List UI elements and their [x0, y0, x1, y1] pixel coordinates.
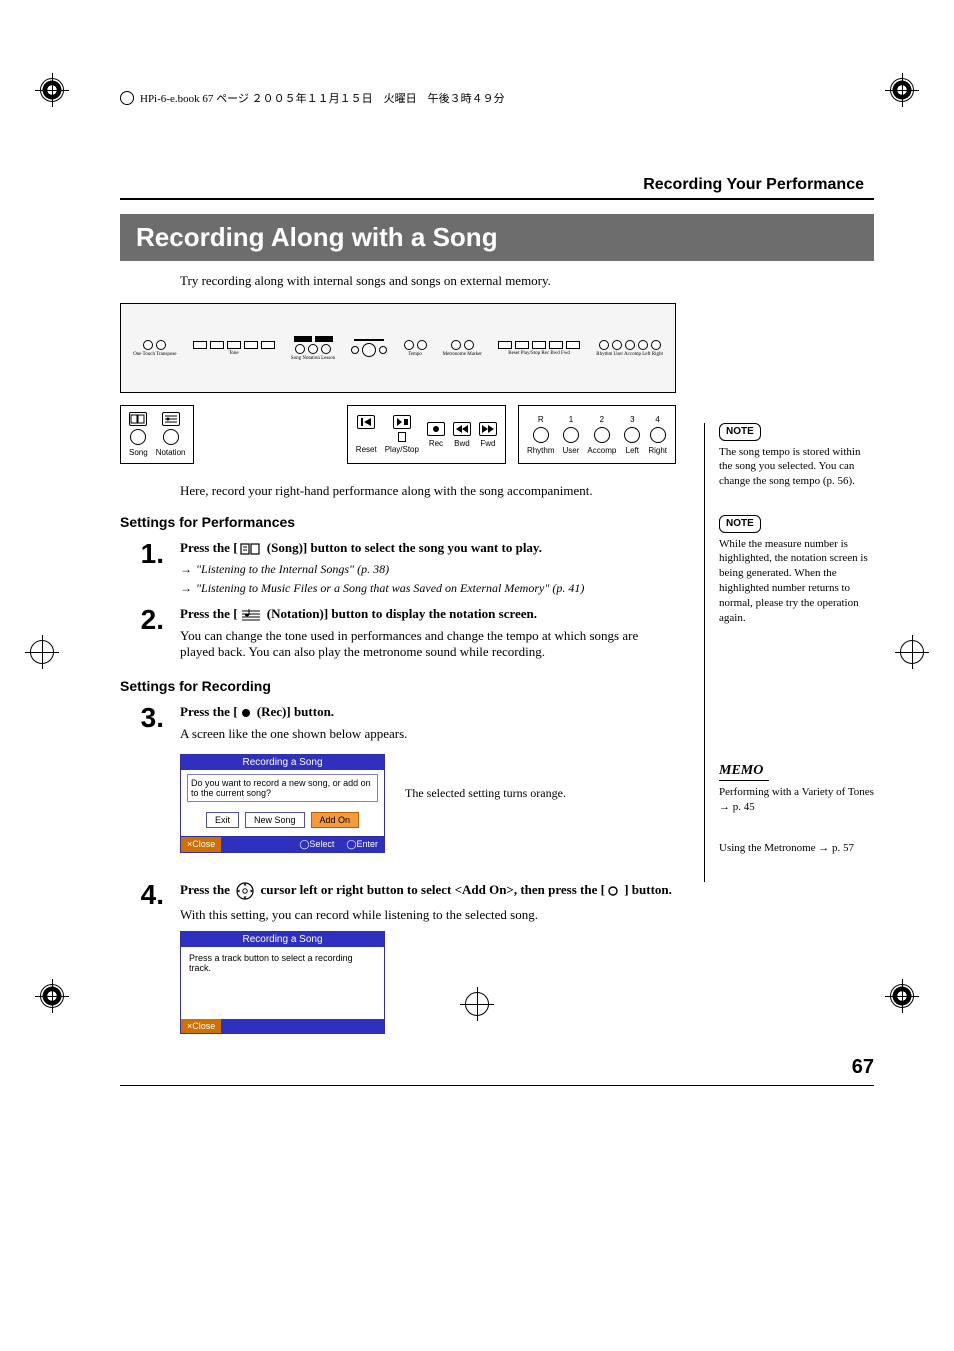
circle-icon — [605, 885, 621, 897]
instruction-text: Here, record your right-hand performance… — [180, 482, 676, 500]
control-panel-zoom: Song Notation Reset Play/Stop Rec — [120, 405, 676, 464]
dialog-body-text: Do you want to record a new song, or add… — [187, 774, 378, 802]
divider — [120, 198, 874, 200]
song-icon — [129, 412, 147, 426]
step-number: 3. — [120, 704, 164, 732]
step-3-head-a: Press the [ — [180, 704, 238, 719]
sidebar: NOTE The song tempo is stored within the… — [704, 423, 874, 882]
intro-text: Try recording along with internal songs … — [180, 273, 676, 289]
book-header-text: HPi-6-e.book 67 ページ ２００５年１１月１５日 火曜日 午後３時… — [140, 90, 505, 106]
memo-2-text: Using the Metronome — [719, 842, 818, 854]
zoom-tracks: RRhythm 1User 2Accomp 3Left 4Right — [518, 405, 676, 464]
step-4-head-b: cursor left or right button to select <A… — [257, 882, 605, 897]
note-2: NOTE While the measure number is highlig… — [719, 515, 874, 626]
step-2-head-b: (Notation)] button to display the notati… — [264, 606, 538, 621]
step-4: 4. Press the cursor left or right button… — [120, 881, 676, 1038]
fwd-icon — [479, 422, 497, 436]
step-1-head-a: Press the [ — [180, 540, 238, 555]
subheading-recording: Settings for Recording — [120, 678, 676, 694]
note-2-text: While the measure number is highlighted,… — [719, 537, 874, 626]
dialog-exit-button: Exit — [206, 812, 239, 828]
dialog-footer-close: ×Close — [181, 1019, 221, 1033]
step-1: 1. Press the [ (Song)] button to select … — [120, 540, 676, 600]
screenshot-recording-dialog: Recording a Song Do you want to record a… — [180, 754, 385, 853]
subheading-performances: Settings for Performances — [120, 514, 676, 530]
step-3-head-b: (Rec)] button. — [254, 704, 335, 719]
cursor-pad-icon — [233, 881, 257, 901]
dialog-add-on-button: Add On — [311, 812, 360, 828]
step-2-body: You can change the tone used in performa… — [180, 628, 676, 660]
step-1-ref1: "Listening to the Internal Songs" (p. 38… — [196, 562, 389, 576]
bwd-icon — [453, 422, 471, 436]
note-1: NOTE The song tempo is stored within the… — [719, 423, 874, 489]
notation-icon — [162, 412, 180, 426]
registration-mark — [890, 984, 914, 1008]
dialog-new-song-button: New Song — [245, 812, 305, 828]
registration-mark — [40, 984, 64, 1008]
step-number: 4. — [120, 881, 164, 909]
dialog-footer-enter: ◯Enter — [340, 837, 384, 852]
step-number: 2. — [120, 606, 164, 634]
play-stop-icon — [393, 415, 411, 429]
note-1-text: The song tempo is stored within the song… — [719, 445, 874, 490]
step-2: 2. Press the [ (Notation)] button to dis… — [120, 606, 676, 664]
step-2-head-a: Press the [ — [180, 606, 238, 621]
step-4-head-a: Press the — [180, 882, 233, 897]
rec-dot-icon — [238, 707, 254, 719]
step-number: 1. — [120, 540, 164, 568]
memo-1: MEMO Performing with a Variety of Tones … — [719, 762, 874, 816]
registration-mark-inline — [120, 91, 134, 105]
screenshot-caption: The selected setting turns orange. — [405, 786, 566, 801]
registration-mark — [890, 78, 914, 102]
step-3: 3. Press the [ (Rec)] button. A screen l… — [120, 704, 676, 857]
book-header: HPi-6-e.book 67 ページ ２００５年１１月１５日 火曜日 午後３時… — [120, 90, 874, 106]
reset-icon — [357, 415, 375, 429]
step-1-head-b: (Song)] button to select the song you wa… — [264, 540, 542, 555]
memo-2-page: p. 57 — [829, 842, 854, 854]
notation-icon — [238, 608, 264, 622]
rec-icon — [427, 422, 445, 436]
page-number: 67 — [120, 1056, 874, 1079]
memo-2: Using the Metronome → p. 57 — [719, 841, 874, 856]
control-panel-overview: One Touch Transpose Tone Song Notation L… — [120, 303, 676, 393]
song-icon — [238, 542, 264, 556]
step-1-ref2: "Listening to Music Files or a Song that… — [196, 581, 584, 595]
memo-badge: MEMO — [719, 762, 769, 782]
step-3-body: A screen like the one shown below appear… — [180, 726, 676, 742]
dialog-title: Recording a Song — [181, 755, 384, 770]
memo-1-text: Performing with a Variety of Tones — [719, 786, 874, 798]
note-badge: NOTE — [719, 515, 761, 533]
dialog-body-text: Press a track button to select a recordi… — [187, 951, 378, 975]
registration-mark — [465, 992, 489, 1016]
main-column: Try recording along with internal songs … — [120, 273, 676, 1044]
memo-1-page: p. 45 — [730, 801, 755, 813]
registration-mark — [40, 78, 64, 102]
step-4-head-c: ] button. — [621, 882, 672, 897]
running-header: Recording Your Performance — [120, 176, 874, 194]
note-badge: NOTE — [719, 423, 761, 441]
screenshot-track-select: Recording a Song Press a track button to… — [180, 931, 385, 1034]
page-title: Recording Along with a Song — [120, 214, 874, 261]
dialog-title: Recording a Song — [181, 932, 384, 947]
registration-mark — [900, 640, 924, 664]
zoom-transport: Reset Play/Stop Rec Bwd Fwd — [347, 405, 506, 464]
footer-rule — [120, 1085, 874, 1086]
step-4-body: With this setting, you can record while … — [180, 907, 676, 923]
zoom-song-notation: Song Notation — [120, 405, 194, 464]
dialog-footer-select: ◯Select — [293, 837, 340, 852]
dialog-footer-close: ×Close — [181, 837, 221, 852]
registration-mark — [30, 640, 54, 664]
